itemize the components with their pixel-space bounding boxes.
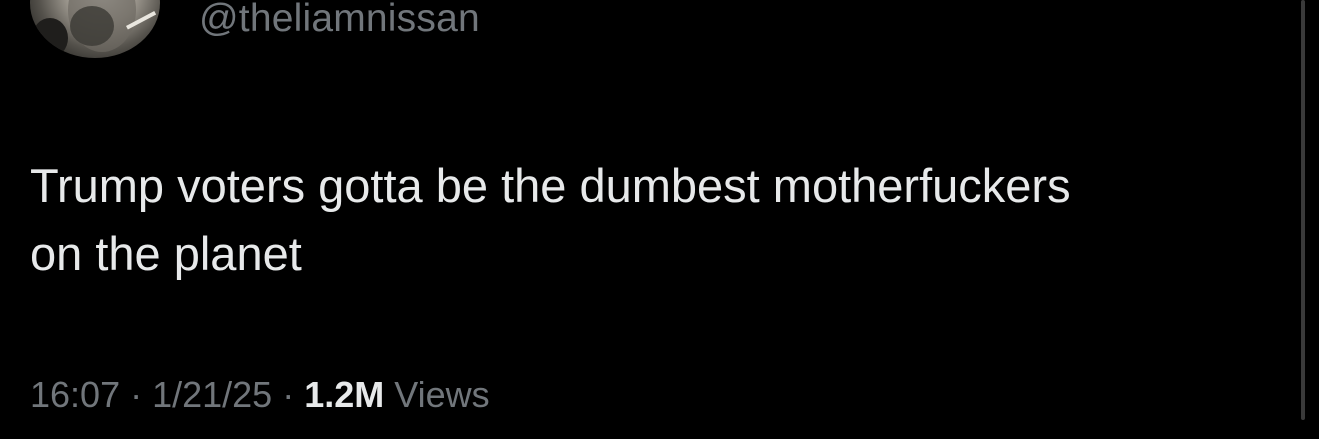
meta-separator: · xyxy=(272,374,305,415)
tweet-meta: 16:07 · 1/21/25 · 1.2M Views xyxy=(30,372,490,418)
profile-photo-icon xyxy=(32,0,157,58)
meta-separator: · xyxy=(120,374,153,415)
views-count[interactable]: 1.2M xyxy=(304,374,384,415)
tweet-text: Trump voters gotta be the dumbest mother… xyxy=(30,159,1071,280)
scrollbar[interactable] xyxy=(1301,0,1305,420)
author-avatar[interactable] xyxy=(30,0,160,58)
author-handle[interactable]: @theliamnissan xyxy=(199,0,480,42)
tweet-time[interactable]: 16:07 xyxy=(30,374,120,415)
tweet-date[interactable]: 1/21/25 xyxy=(152,374,272,415)
tweet: @theliamnissan Trump voters gotta be the… xyxy=(0,0,1319,439)
views-label: Views xyxy=(394,374,490,415)
